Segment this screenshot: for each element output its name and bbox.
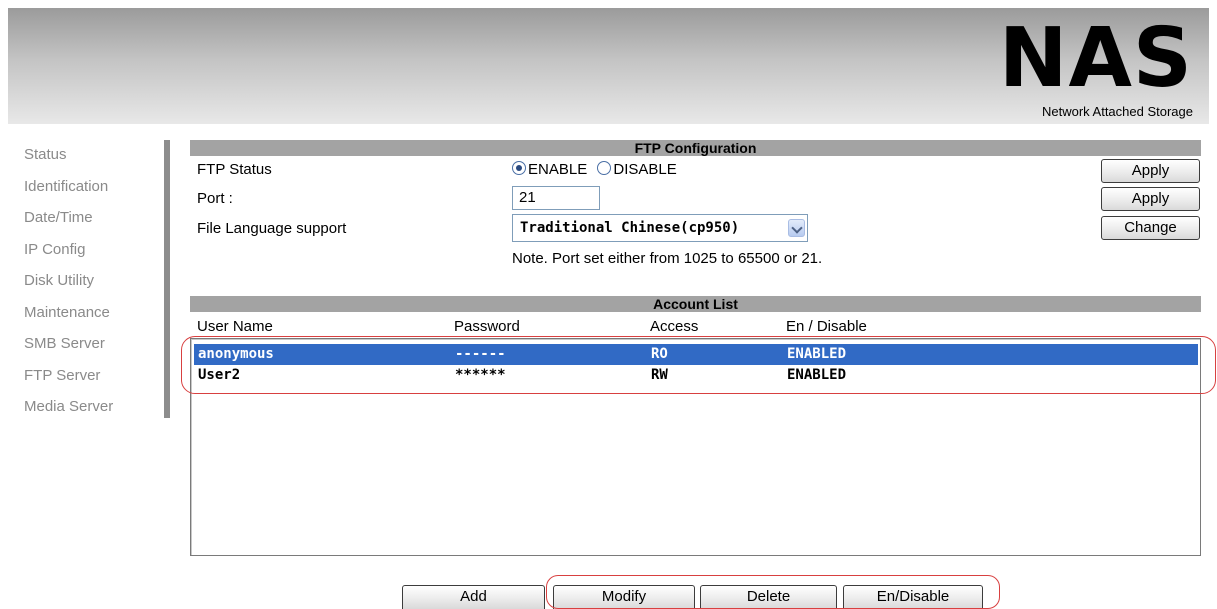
account-listbox[interactable]: anonymous ------ RO ENABLED User2 ******…: [190, 338, 1201, 556]
account-list-header: Account List: [190, 296, 1201, 312]
chevron-down-icon[interactable]: [788, 219, 805, 237]
disable-radio-label[interactable]: DISABLE: [613, 161, 676, 178]
apply-port-button[interactable]: Apply: [1101, 187, 1200, 211]
sidebar-item-date-time[interactable]: Date/Time: [24, 207, 164, 239]
account-status: ENABLED: [787, 346, 847, 362]
list-item[interactable]: User2 ****** RW ENABLED: [194, 365, 1198, 386]
en-disable-button[interactable]: En/Disable: [843, 585, 983, 609]
account-password: ------: [455, 346, 506, 362]
ftp-config-header: FTP Configuration: [190, 140, 1201, 156]
account-password: ******: [455, 367, 506, 383]
ftp-status-label: FTP Status: [197, 161, 272, 178]
sidebar-item-ip-config[interactable]: IP Config: [24, 239, 164, 271]
enable-radio[interactable]: [512, 161, 526, 175]
disable-radio[interactable]: [597, 161, 612, 175]
ftp-status-radio-group: ENABLE DISABLE: [512, 161, 677, 178]
sidebar-item-maintenance[interactable]: Maintenance: [24, 302, 164, 334]
column-header-password: Password: [454, 318, 520, 335]
modify-button[interactable]: Modify: [553, 585, 695, 609]
account-access: RW: [651, 367, 668, 383]
apply-status-button[interactable]: Apply: [1101, 159, 1200, 183]
column-header-en-disable: En / Disable: [786, 318, 867, 335]
account-user-name: anonymous: [198, 346, 274, 362]
column-header-access: Access: [650, 318, 699, 335]
sidebar-item-ftp-server[interactable]: FTP Server: [24, 365, 164, 397]
sidebar-item-identification[interactable]: Identification: [24, 176, 164, 208]
port-note: Note. Port set either from 1025 to 65500…: [512, 250, 823, 267]
port-label: Port :: [197, 190, 233, 207]
add-button[interactable]: Add: [402, 585, 545, 609]
header-banner: NAS Network Attached Storage: [8, 8, 1209, 124]
column-header-user-name: User Name: [197, 318, 273, 335]
delete-button[interactable]: Delete: [700, 585, 837, 609]
list-item[interactable]: anonymous ------ RO ENABLED: [194, 344, 1198, 365]
logo-subtitle: Network Attached Storage: [1041, 104, 1193, 119]
enable-radio-label[interactable]: ENABLE: [528, 161, 587, 178]
sidebar-item-status[interactable]: Status: [24, 144, 164, 176]
sidebar-item-media-server[interactable]: Media Server: [24, 396, 164, 428]
file-language-label: File Language support: [197, 220, 347, 237]
change-language-button[interactable]: Change: [1101, 216, 1200, 240]
account-user-name: User2: [198, 367, 241, 383]
port-input[interactable]: 21: [512, 186, 600, 210]
logo-title: NAS: [998, 11, 1193, 106]
sidebar-item-disk-utility[interactable]: Disk Utility: [24, 270, 164, 302]
account-status: ENABLED: [787, 367, 847, 383]
sidebar-nav: Status Identification Date/Time IP Confi…: [24, 144, 164, 428]
nas-logo: NAS Network Attached Storage: [943, 11, 1195, 120]
sidebar-item-smb-server[interactable]: SMB Server: [24, 333, 164, 365]
sidebar-divider: [164, 140, 170, 418]
file-language-value: Traditional Chinese(cp950): [520, 220, 740, 236]
file-language-select[interactable]: Traditional Chinese(cp950): [512, 214, 808, 242]
account-access: RO: [651, 346, 668, 362]
